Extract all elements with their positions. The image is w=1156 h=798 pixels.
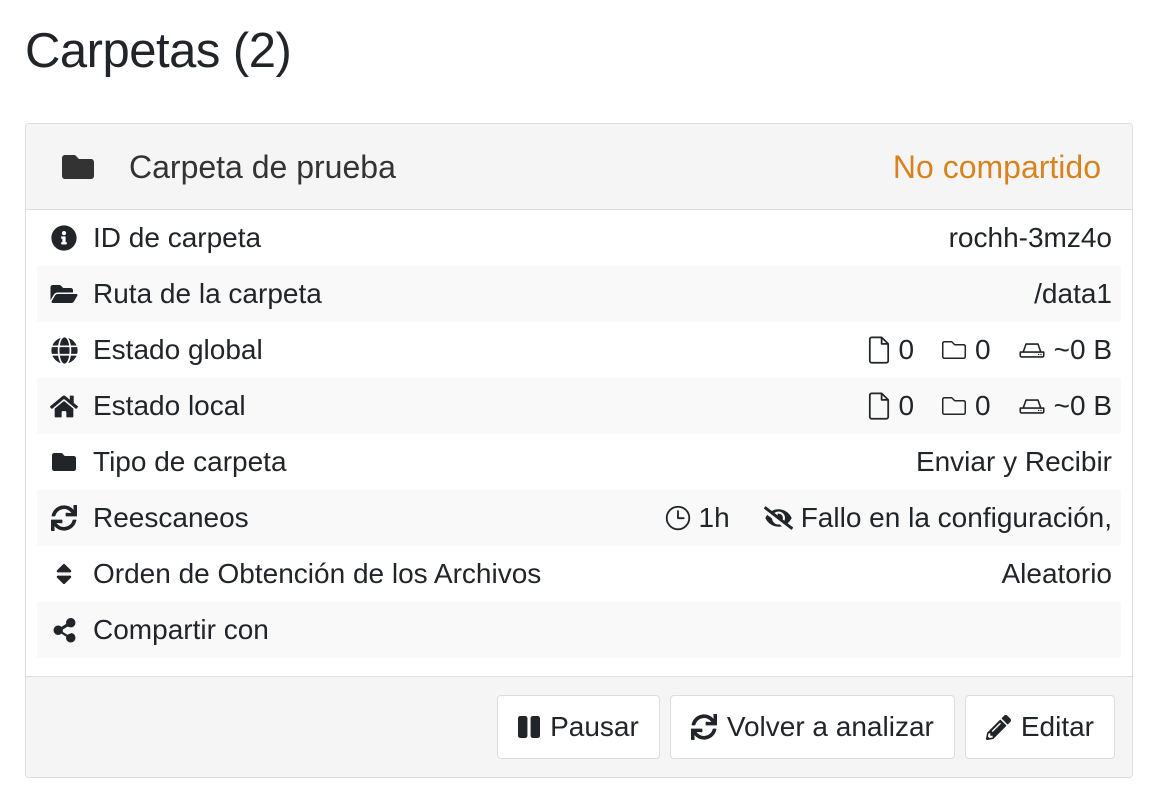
info-circle-icon <box>47 225 81 251</box>
file-icon <box>867 336 891 364</box>
row-label: Compartir con <box>93 614 269 645</box>
sync-icon <box>690 714 717 740</box>
table-row: ID de carpeta rochh-3mz4o <box>37 210 1121 266</box>
row-label: Estado global <box>93 334 263 365</box>
files-metric: 0 <box>867 389 914 423</box>
row-value: /data1 <box>1034 278 1112 309</box>
size-value: ~0 B <box>1053 334 1112 365</box>
files-count: 0 <box>898 334 915 365</box>
edit-button-label: Editar <box>1020 711 1094 742</box>
files-count: 0 <box>898 390 915 421</box>
rescan-interval: 1h <box>665 501 730 535</box>
file-icon <box>867 392 891 420</box>
pause-icon <box>518 714 541 740</box>
globe-icon <box>47 336 81 364</box>
size-metric: ~0 B <box>1017 333 1112 367</box>
table-row: Compartir con <box>37 602 1121 658</box>
pause-button-label: Pausar <box>550 711 639 742</box>
hdd-icon <box>1017 338 1047 362</box>
table-row: Estado local 0 0 ~0 B <box>37 378 1121 434</box>
row-label: Reescaneos <box>93 502 249 533</box>
hdd-icon <box>1017 394 1047 418</box>
row-value: 1h Fallo en la configuración, <box>657 501 1112 535</box>
table-row: Tipo de carpeta Enviar y Recibir <box>37 434 1121 490</box>
page-title: Carpetas (2) <box>25 24 292 78</box>
folders-count: 0 <box>975 390 991 421</box>
status-badge: No compartido <box>892 148 1101 185</box>
table-row: Ruta de la carpeta /data1 <box>37 266 1121 322</box>
table-row: Orden de Obtención de los Archivos Aleat… <box>37 546 1121 602</box>
row-value: rochh-3mz4o <box>948 222 1112 253</box>
size-value: ~0 B <box>1053 390 1112 421</box>
folder-solid-icon <box>47 450 81 474</box>
sort-icon <box>47 561 81 587</box>
folders-metric: 0 <box>940 389 991 423</box>
row-label: Orden de Obtención de los Archivos <box>93 558 542 589</box>
rescan-error-text: Fallo en la configuración, <box>800 502 1112 533</box>
row-value: 0 0 ~0 B <box>859 333 1112 367</box>
clock-icon <box>665 505 691 531</box>
folder-card-footer: Pausar Volver a analizar Editar <box>26 676 1132 777</box>
folders-count: 0 <box>975 334 991 365</box>
folder-solid-icon <box>58 151 98 183</box>
row-label: Estado local <box>93 390 246 421</box>
pause-button[interactable]: Pausar <box>497 695 660 759</box>
folder-card: Carpeta de prueba No compartido ID de ca… <box>25 123 1133 778</box>
row-label: Tipo de carpeta <box>93 446 287 477</box>
sync-icon <box>47 505 81 531</box>
row-value: 0 0 ~0 B <box>859 389 1112 423</box>
table-row: Estado global 0 0 ~0 B <box>37 322 1121 378</box>
folders-page: Carpetas (2) Carpeta de prueba No compar… <box>0 0 1156 798</box>
row-value: Enviar y Recibir <box>915 446 1112 477</box>
row-label: Ruta de la carpeta <box>93 278 322 309</box>
edit-button[interactable]: Editar <box>964 695 1115 759</box>
share-icon <box>47 617 81 643</box>
folder-card-header[interactable]: Carpeta de prueba No compartido <box>26 124 1132 210</box>
folders-metric: 0 <box>940 333 991 367</box>
rescan-button-label: Volver a analizar <box>726 711 934 742</box>
folder-outline-icon <box>940 394 968 418</box>
size-metric: ~0 B <box>1017 389 1112 423</box>
ignore-permissions-status: Fallo en la configuración, <box>763 501 1112 535</box>
files-metric: 0 <box>867 333 914 367</box>
row-value: Aleatorio <box>1001 558 1112 589</box>
folder-name: Carpeta de prueba <box>129 148 396 185</box>
row-label: ID de carpeta <box>93 222 262 253</box>
eye-slash-icon <box>763 506 793 530</box>
home-icon <box>47 394 81 419</box>
table-row: Reescaneos 1h Fallo en la configuración, <box>37 490 1121 546</box>
folder-details-table: ID de carpeta rochh-3mz4o Ruta de la car… <box>26 210 1132 658</box>
folder-open-icon <box>47 282 81 306</box>
rescan-button[interactable]: Volver a analizar <box>669 695 955 759</box>
pencil-icon <box>985 714 1011 740</box>
folder-outline-icon <box>940 338 968 362</box>
rescan-interval-value: 1h <box>698 502 730 533</box>
